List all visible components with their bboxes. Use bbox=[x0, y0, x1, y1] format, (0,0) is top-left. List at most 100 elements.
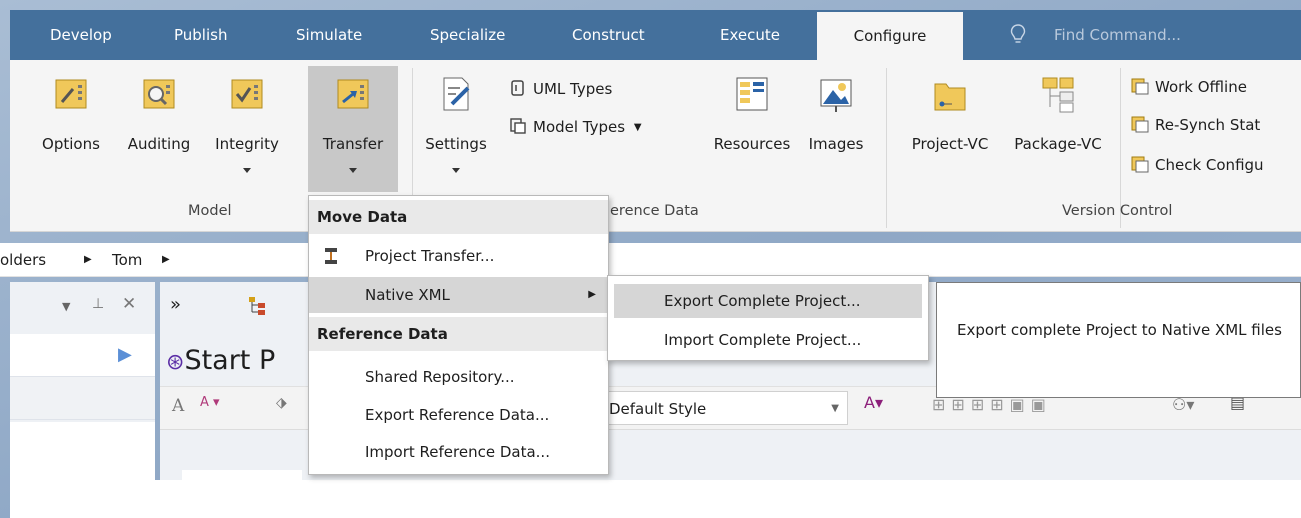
resynch-icon bbox=[1131, 115, 1149, 133]
diagram-hierarchy-icon[interactable] bbox=[248, 296, 266, 316]
transfer-icon bbox=[337, 79, 369, 109]
settings-button[interactable]: Settings bbox=[414, 60, 498, 190]
submenu-arrow-icon: ▶ bbox=[588, 289, 596, 300]
breadcrumb-separator-icon: ▶ bbox=[84, 254, 92, 265]
images-label: Images bbox=[808, 135, 864, 153]
panel-row bbox=[10, 376, 155, 420]
start-page-tab[interactable]: ⊛Start P bbox=[166, 342, 275, 380]
menu-item-export-reference-data[interactable]: Export Reference Data... bbox=[309, 397, 608, 433]
pin-icon[interactable]: ⊥ bbox=[92, 296, 104, 312]
tab-develop[interactable]: Develop bbox=[50, 10, 112, 60]
model-types-dropdown-icon[interactable]: ▼ bbox=[634, 122, 642, 133]
check-configuration-button[interactable]: Check Configu bbox=[1131, 152, 1264, 178]
menu-item-native-xml[interactable]: Native XML ▶ bbox=[309, 277, 608, 313]
text-color-icon[interactable]: A▾ bbox=[864, 393, 883, 412]
breadcrumb-tom[interactable]: Tom bbox=[112, 243, 142, 277]
options-icon bbox=[55, 79, 87, 109]
transfer-button[interactable]: Transfer bbox=[308, 66, 398, 192]
project-vc-folder-icon bbox=[934, 83, 966, 111]
auditing-button[interactable]: Auditing bbox=[116, 60, 202, 190]
check-configuration-icon bbox=[1131, 155, 1149, 173]
resources-button[interactable]: Resources bbox=[700, 60, 804, 190]
project-vc-label: Project-VC bbox=[911, 135, 989, 153]
expand-arrow-icon[interactable]: ▶ bbox=[118, 344, 132, 365]
tab-configure[interactable]: Configure bbox=[817, 12, 963, 60]
menu-item-import-complete-project[interactable]: Import Complete Project... bbox=[614, 323, 922, 357]
package-vc-icon bbox=[1042, 77, 1074, 113]
tab-publish[interactable]: Publish bbox=[174, 10, 227, 60]
close-icon[interactable]: ✕ bbox=[122, 294, 136, 314]
work-offline-button[interactable]: Work Offline bbox=[1131, 74, 1247, 100]
uml-types-icon bbox=[509, 79, 527, 97]
browser-panel: ▼ ⊥ ✕ ▶ bbox=[10, 282, 155, 480]
menu-header-reference-data: Reference Data bbox=[309, 317, 608, 351]
menu-item-shared-repository[interactable]: Shared Repository... bbox=[309, 359, 608, 395]
panel-content bbox=[10, 422, 155, 480]
tab-specialize[interactable]: Specialize bbox=[430, 10, 505, 60]
project-transfer-icon bbox=[325, 248, 337, 264]
fill-color-icon[interactable]: ⬗ bbox=[276, 395, 287, 411]
model-types-label: Model Types bbox=[533, 118, 626, 136]
reference-data-group-label: erence Data bbox=[610, 203, 699, 219]
menu-item-project-transfer[interactable]: Project Transfer... bbox=[309, 238, 608, 274]
menu-item-import-reference-data[interactable]: Import Reference Data... bbox=[309, 434, 608, 470]
tooltip: Export complete Project to Native XML fi… bbox=[936, 282, 1301, 398]
settings-document-icon bbox=[443, 77, 470, 111]
font-color-icon[interactable]: A ▾ bbox=[200, 395, 220, 410]
find-command-placeholder: Find Command... bbox=[1054, 26, 1181, 44]
tab-simulate[interactable]: Simulate bbox=[296, 10, 362, 60]
tab-execute[interactable]: Execute bbox=[720, 10, 780, 60]
check-configuration-label: Check Configu bbox=[1155, 156, 1264, 174]
menu-item-export-complete-project[interactable]: Export Complete Project... bbox=[614, 284, 922, 318]
images-button[interactable]: Images bbox=[800, 60, 872, 190]
model-types-icon bbox=[509, 117, 527, 135]
lightbulb-icon bbox=[1010, 24, 1026, 43]
breadcrumb-folders[interactable]: olders bbox=[0, 243, 46, 277]
resynch-status-label: Re-Synch Stat bbox=[1155, 116, 1261, 134]
overflow-chevron-icon[interactable]: » bbox=[170, 294, 181, 315]
project-transfer-label: Project Transfer... bbox=[365, 247, 495, 265]
images-icon bbox=[820, 79, 852, 112]
project-vc-button[interactable]: Project-VC bbox=[896, 60, 1004, 190]
resources-label: Resources bbox=[713, 135, 791, 153]
work-offline-icon bbox=[1131, 77, 1149, 95]
breadcrumb-separator-icon: ▶ bbox=[162, 254, 170, 265]
version-control-group-label: Version Control bbox=[1062, 203, 1173, 219]
transfer-dropdown-arrow[interactable] bbox=[349, 168, 357, 173]
options-label: Options bbox=[42, 135, 100, 153]
integrity-dropdown-arrow[interactable] bbox=[243, 168, 251, 173]
breadcrumb: olders ▶ Tom ▶ bbox=[0, 243, 1301, 277]
settings-dropdown-arrow[interactable] bbox=[452, 168, 460, 173]
package-vc-button[interactable]: Package-VC bbox=[1004, 60, 1112, 190]
work-offline-label: Work Offline bbox=[1155, 78, 1247, 96]
integrity-button[interactable]: Integrity bbox=[204, 60, 290, 190]
auditing-icon bbox=[143, 79, 175, 109]
ribbon-separator bbox=[886, 68, 887, 228]
model-types-button[interactable]: Model Types ▼ bbox=[509, 114, 642, 140]
panel-row: ▶ bbox=[10, 334, 155, 376]
style-select[interactable]: Default Style ▼ bbox=[600, 391, 848, 425]
font-icon[interactable]: A bbox=[172, 396, 184, 416]
settings-label: Settings bbox=[425, 135, 487, 153]
native-xml-submenu: Export Complete Project... Import Comple… bbox=[607, 275, 929, 361]
style-select-value: Default Style bbox=[609, 400, 707, 418]
options-button[interactable]: Options bbox=[34, 60, 108, 190]
panel-header: ▼ ⊥ ✕ bbox=[10, 282, 155, 334]
integrity-check-icon bbox=[231, 79, 263, 109]
native-xml-label: Native XML bbox=[365, 286, 450, 304]
diagram-canvas bbox=[182, 470, 302, 480]
uml-types-button[interactable]: UML Types bbox=[509, 76, 612, 102]
status-area bbox=[10, 480, 1301, 518]
ribbon-tab-bar: Develop Publish Simulate Specialize Cons… bbox=[10, 10, 1301, 60]
model-group-label: Model bbox=[188, 203, 232, 219]
resynch-status-button[interactable]: Re-Synch Stat bbox=[1131, 112, 1260, 138]
panel-menu-icon[interactable]: ▼ bbox=[62, 300, 70, 313]
start-page-title: Start P bbox=[184, 345, 276, 376]
auditing-label: Auditing bbox=[127, 135, 191, 153]
menu-header-move-data: Move Data bbox=[309, 200, 608, 234]
ribbon-panel: Options Auditing Integrity Transfer Mode… bbox=[10, 60, 1301, 232]
tab-construct[interactable]: Construct bbox=[572, 10, 645, 60]
transfer-dropdown-menu: Move Data Project Transfer... Native XML… bbox=[308, 195, 609, 475]
transfer-label: Transfer bbox=[322, 135, 384, 153]
package-vc-label: Package-VC bbox=[1014, 135, 1102, 153]
